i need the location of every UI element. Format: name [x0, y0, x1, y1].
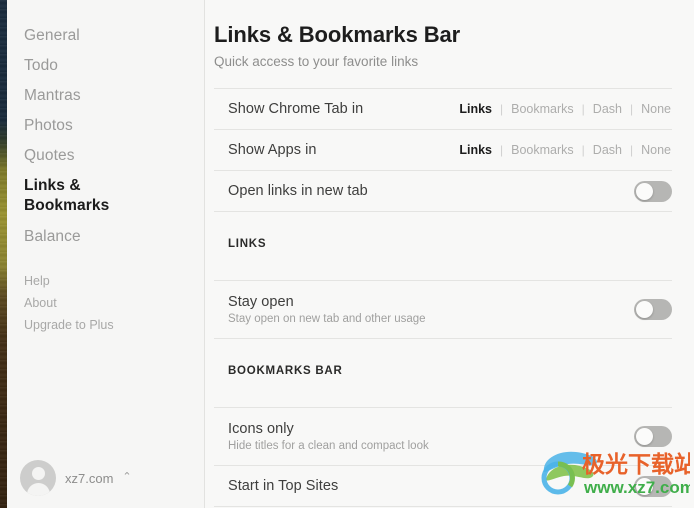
choice-option-links[interactable]: Links [458, 102, 493, 116]
setting-label: Show Chrome Tab in [228, 101, 364, 117]
choice-group-show-apps-in: Links | Bookmarks | Dash | None [458, 143, 672, 157]
page-subtitle: Quick access to your favorite links [214, 54, 419, 69]
setting-label: Show Apps in [228, 142, 317, 158]
choice-separator: | [500, 102, 504, 116]
sidebar-item-help[interactable]: Help [24, 270, 204, 292]
row-labels: Stay open Stay open on new tab and other… [228, 294, 426, 325]
choice-group-show-chrome-tab-in: Links | Bookmarks | Dash | None [458, 102, 672, 116]
photo-strip-texture [0, 0, 7, 508]
choice-separator: | [581, 143, 585, 157]
sidebar-item-photos[interactable]: Photos [24, 111, 204, 141]
setting-row-start-in-top-sites: Start in Top Sites [214, 466, 672, 507]
sidebar-secondary-nav: Help About Upgrade to Plus [24, 270, 204, 336]
choice-option-dash[interactable]: Dash [592, 143, 623, 157]
account-name: xz7.com [65, 470, 114, 486]
sidebar: General Todo Mantras Photos Quotes Links… [0, 0, 205, 508]
sidebar-item-upgrade-to-plus[interactable]: Upgrade to Plus [24, 314, 204, 336]
setting-row-open-links-in-new-tab: Open links in new tab [214, 171, 672, 212]
sidebar-item-links-and-bookmarks[interactable]: Links & Bookmarks [24, 176, 132, 216]
choice-option-dash[interactable]: Dash [592, 102, 623, 116]
setting-row-show-apps-in: Show Apps in Links | Bookmarks | Dash | … [214, 130, 672, 171]
choice-option-links[interactable]: Links [458, 143, 493, 157]
setting-label: Stay open [228, 294, 294, 310]
chevron-up-icon: ⌃ [122, 470, 132, 483]
choice-option-none[interactable]: None [640, 143, 672, 157]
setting-description: Stay open on new tab and other usage [228, 313, 426, 325]
sidebar-primary-nav: General Todo Mantras Photos Quotes Links… [24, 21, 204, 252]
toggle-knob [636, 182, 653, 200]
avatar-head-shape [31, 467, 45, 480]
row-labels: Start in Top Sites [228, 478, 338, 494]
account-menu[interactable]: xz7.com ⌃ [20, 460, 132, 496]
toggle-knob [636, 477, 653, 495]
section-heading-links: LINKS [228, 238, 267, 250]
choice-option-bookmarks[interactable]: Bookmarks [510, 143, 575, 157]
page-header: Links & Bookmarks Bar Quick access to yo… [214, 0, 672, 69]
toggle-open-links-in-new-tab[interactable] [634, 180, 672, 202]
toggle-icons-only[interactable] [634, 426, 672, 447]
choice-separator: | [500, 143, 504, 157]
sidebar-item-general[interactable]: General [24, 21, 204, 51]
setting-row-show-chrome-tab-in: Show Chrome Tab in Links | Bookmarks | D… [214, 89, 672, 130]
choice-separator: | [629, 102, 634, 116]
main-content: Links & Bookmarks Bar Quick access to yo… [205, 0, 694, 508]
settings-window: General Todo Mantras Photos Quotes Links… [0, 0, 694, 508]
sidebar-item-quotes[interactable]: Quotes [24, 141, 204, 171]
choice-separator: | [581, 102, 585, 116]
sidebar-item-about[interactable]: About [24, 292, 204, 314]
sidebar-item-todo[interactable]: Todo [24, 51, 204, 81]
choice-separator: | [629, 143, 634, 157]
setting-label: Open links in new tab [228, 183, 368, 199]
choice-option-bookmarks[interactable]: Bookmarks [510, 102, 575, 116]
toggle-stay-open[interactable] [634, 299, 672, 320]
user-avatar-icon [20, 460, 56, 496]
setting-label: Start in Top Sites [228, 478, 339, 494]
row-labels: Show Chrome Tab in [228, 101, 363, 117]
row-labels: Show Apps in [228, 142, 316, 158]
section-heading-bookmarks-bar: BOOKMARKS BAR [228, 365, 343, 377]
sidebar-item-mantras[interactable]: Mantras [24, 81, 204, 111]
setting-row-icons-only: Icons only Hide titles for a clean and c… [214, 408, 672, 466]
setting-row-stay-open: Stay open Stay open on new tab and other… [214, 281, 672, 339]
background-photo-strip [0, 0, 7, 508]
avatar-body-shape [26, 483, 50, 496]
setting-description: Hide titles for a clean and compact look [228, 440, 429, 452]
sidebar-item-balance[interactable]: Balance [24, 222, 204, 252]
toggle-start-in-top-sites[interactable] [634, 475, 672, 497]
toggle-knob [636, 301, 653, 318]
setting-label: Icons only [228, 421, 294, 437]
page-title: Links & Bookmarks Bar [214, 22, 461, 47]
toggle-knob [636, 428, 653, 445]
choice-option-none[interactable]: None [640, 102, 672, 116]
row-labels: Icons only Hide titles for a clean and c… [228, 421, 429, 452]
row-labels: Open links in new tab [228, 183, 368, 199]
